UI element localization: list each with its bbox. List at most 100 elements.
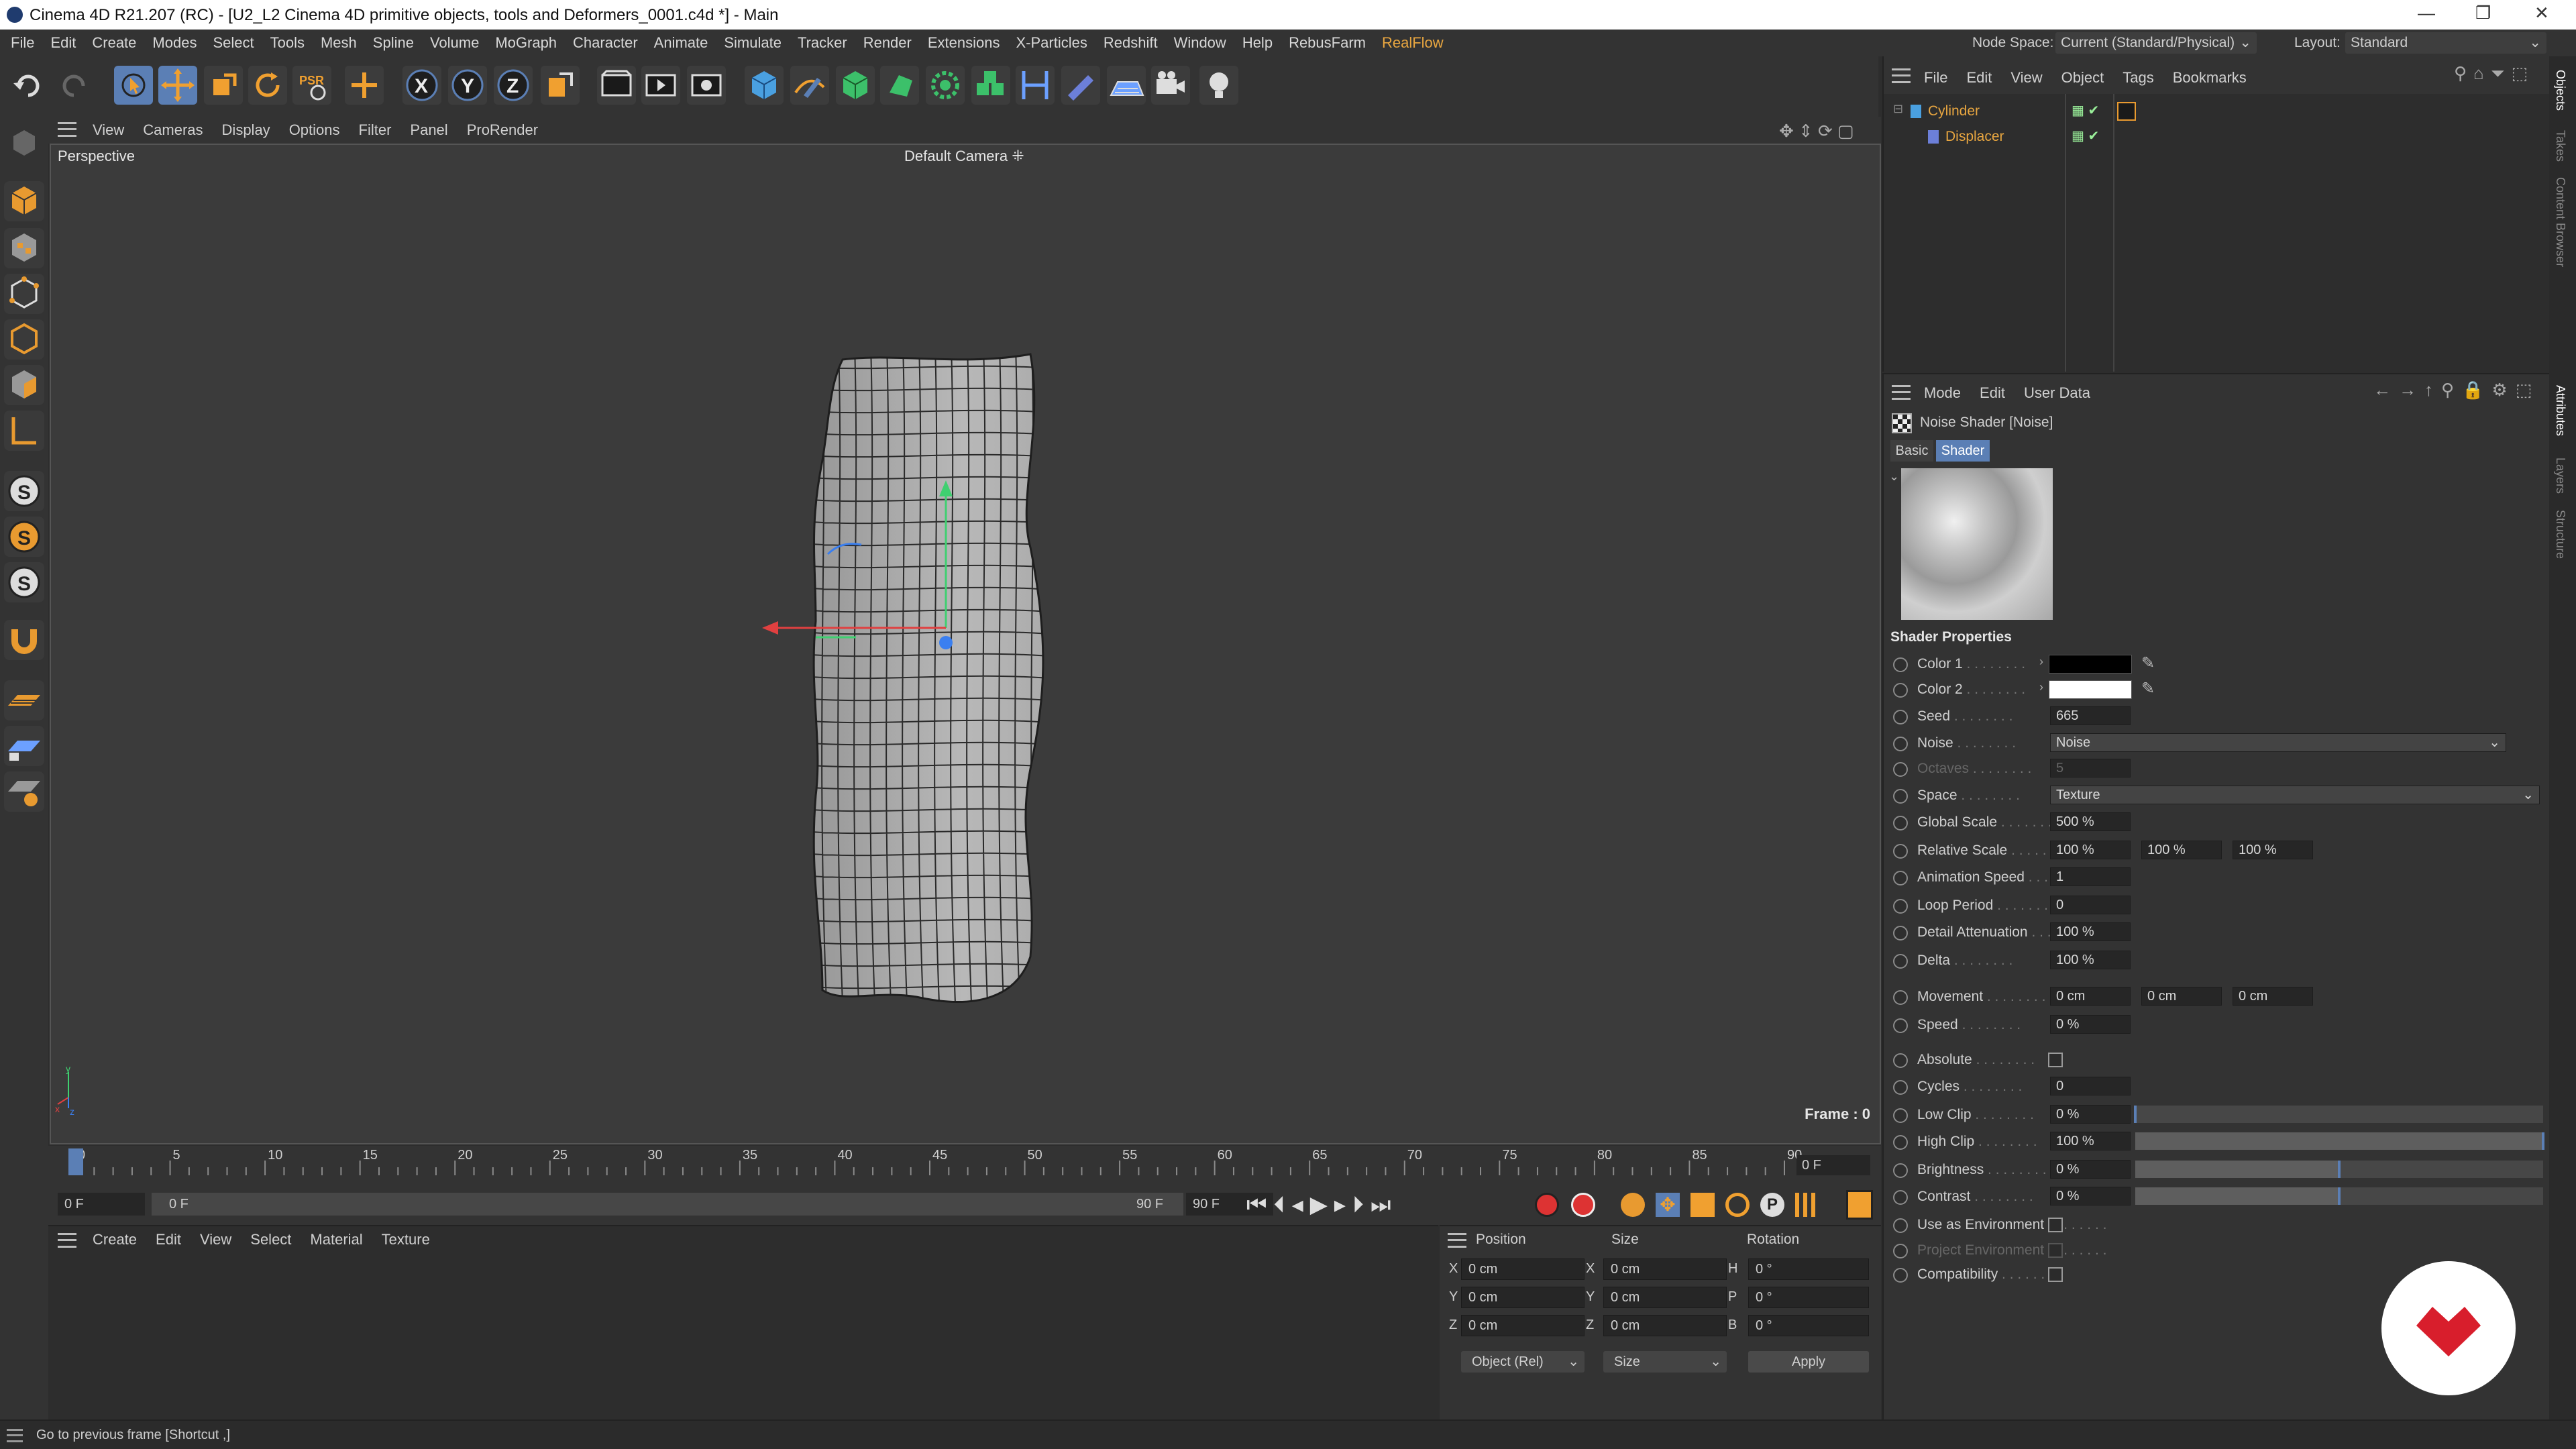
side-tab-objects[interactable]: Objects bbox=[2553, 70, 2567, 111]
coordinate-mode-dropdown[interactable]: Object (Rel) ⌄ bbox=[1461, 1351, 1585, 1373]
object-menu-view[interactable]: View bbox=[2001, 64, 2051, 91]
previous-key-icon[interactable]: ⏴ bbox=[1274, 1192, 1292, 1218]
viewport-menu-view[interactable]: View bbox=[83, 117, 133, 144]
animate-keyframe-icon[interactable] bbox=[1893, 657, 1908, 672]
property-checkbox[interactable] bbox=[2048, 1218, 2063, 1232]
animate-keyframe-icon[interactable] bbox=[1893, 1244, 1908, 1258]
extrude-generator-icon[interactable] bbox=[880, 66, 919, 105]
rotation-field[interactable]: 0 ° bbox=[1748, 1315, 1869, 1336]
shader-preview[interactable] bbox=[1901, 468, 2053, 620]
make-editable-icon[interactable] bbox=[4, 123, 44, 164]
menu-item-render[interactable]: Render bbox=[855, 30, 920, 56]
rotation-field[interactable]: 0 ° bbox=[1748, 1258, 1869, 1280]
magnet-icon[interactable] bbox=[4, 620, 44, 660]
redo-icon[interactable] bbox=[54, 66, 93, 105]
side-tab-structure[interactable]: Structure bbox=[2553, 510, 2567, 559]
menu-item-realflow[interactable]: RealFlow bbox=[1374, 30, 1452, 56]
property-dropdown[interactable]: Noise ⌄ bbox=[2050, 733, 2506, 752]
viewport-menu-cameras[interactable]: Cameras bbox=[133, 117, 212, 144]
timeline-layout-icon[interactable] bbox=[1846, 1190, 1873, 1220]
expand-arrow-icon[interactable]: › bbox=[2039, 655, 2043, 669]
material-menu-create[interactable]: Create bbox=[83, 1226, 146, 1253]
current-frame-field[interactable]: 0 F bbox=[1796, 1155, 1870, 1175]
tab-shader[interactable]: Shader bbox=[1936, 440, 1990, 462]
property-slider[interactable] bbox=[2135, 1132, 2544, 1150]
menu-item-rebusfarm[interactable]: RebusFarm bbox=[1281, 30, 1374, 56]
menu-item-help[interactable]: Help bbox=[1234, 30, 1281, 56]
coordinate-system-icon[interactable] bbox=[541, 66, 580, 105]
preview-collapse-icon[interactable]: ⌄ bbox=[1889, 470, 1899, 484]
menu-item-mograph[interactable]: MoGraph bbox=[487, 30, 565, 56]
object-manager[interactable]: File Edit View Object Tags Bookmarks ⚲⌂⏷⬚ ⊟ C… bbox=[1882, 56, 2551, 372]
grid-lock-icon[interactable] bbox=[4, 726, 44, 766]
position-field[interactable]: 0 cm bbox=[1461, 1287, 1585, 1308]
maximize-button[interactable]: ❐ bbox=[2475, 3, 2491, 23]
playhead[interactable] bbox=[68, 1148, 83, 1175]
material-manager[interactable]: Create Edit View Select Material Texture bbox=[48, 1225, 1438, 1419]
property-value-field[interactable]: 665 bbox=[2050, 706, 2131, 725]
property-value-field[interactable]: 0 % bbox=[2050, 1015, 2131, 1034]
previous-frame-icon[interactable]: ◂ bbox=[1292, 1192, 1310, 1218]
mograph-array-icon[interactable] bbox=[971, 66, 1010, 105]
object-row-cylinder[interactable]: ⊟ Cylinder bbox=[1893, 99, 2054, 122]
menu-item-tools[interactable]: Tools bbox=[262, 30, 313, 56]
menu-item-edit[interactable]: Edit bbox=[42, 30, 84, 56]
animate-keyframe-icon[interactable] bbox=[1893, 816, 1908, 830]
quantizing-icon[interactable]: S bbox=[4, 562, 44, 602]
attributes-nav-icons[interactable]: ←→↑⚲🔒⚙⬚ bbox=[2373, 380, 2540, 400]
object-row-displacer[interactable]: Displacer bbox=[1911, 125, 2058, 148]
property-value-field[interactable]: 5 bbox=[2050, 759, 2131, 777]
snap-icon[interactable]: S bbox=[4, 471, 44, 511]
property-checkbox[interactable] bbox=[2048, 1243, 2063, 1258]
slider-handle[interactable] bbox=[2134, 1106, 2137, 1123]
menu-item-x-particles[interactable]: X-Particles bbox=[1008, 30, 1095, 56]
color2-swatch[interactable] bbox=[2049, 680, 2132, 699]
camera-label[interactable]: Default Camera ⁜ bbox=[904, 148, 1024, 165]
animate-keyframe-icon[interactable] bbox=[1893, 954, 1908, 969]
property-dropdown[interactable]: Texture ⌄ bbox=[2050, 786, 2540, 804]
phong-tag-icon[interactable] bbox=[2117, 102, 2136, 121]
animate-keyframe-icon[interactable] bbox=[1893, 926, 1908, 941]
object-menu-tags[interactable]: Tags bbox=[2113, 64, 2163, 91]
property-slider[interactable] bbox=[2134, 1106, 2543, 1123]
render-view-icon[interactable] bbox=[597, 66, 636, 105]
menu-item-tracker[interactable]: Tracker bbox=[790, 30, 855, 56]
record-icon[interactable] bbox=[1535, 1193, 1559, 1217]
material-menu-edit[interactable]: Edit bbox=[146, 1226, 191, 1253]
object-menu-bookmarks[interactable]: Bookmarks bbox=[2163, 64, 2256, 91]
object-menu-edit[interactable]: Edit bbox=[1957, 64, 2001, 91]
y-axis-lock-icon[interactable]: Y bbox=[448, 66, 487, 105]
menu-item-file[interactable]: File bbox=[3, 30, 42, 56]
close-button[interactable]: ✕ bbox=[2534, 3, 2549, 23]
position-key-icon[interactable]: ✥ bbox=[1656, 1193, 1680, 1217]
property-value-field[interactable]: 100 % bbox=[2141, 841, 2222, 859]
property-value-field[interactable]: 0 cm bbox=[2233, 987, 2313, 1006]
side-tab-takes[interactable]: Takes bbox=[2553, 130, 2567, 162]
collapse-icon[interactable]: ⊟ bbox=[1893, 102, 1903, 116]
menu-item-spline[interactable]: Spline bbox=[365, 30, 422, 56]
position-field[interactable]: 0 cm bbox=[1461, 1258, 1585, 1280]
property-slider[interactable] bbox=[2135, 1187, 2543, 1205]
rotation-key-icon[interactable] bbox=[1725, 1193, 1750, 1217]
workplane-icon[interactable] bbox=[4, 680, 44, 720]
apply-button[interactable]: Apply bbox=[1748, 1351, 1869, 1373]
timeline-ruler[interactable]: 051015202530354045505560657075808590 0 F bbox=[48, 1146, 1881, 1186]
deformer-icon[interactable] bbox=[1016, 66, 1055, 105]
scale-tool-icon[interactable] bbox=[204, 66, 243, 105]
size-mode-dropdown[interactable]: Size ⌄ bbox=[1603, 1351, 1727, 1373]
property-value-field[interactable]: 500 % bbox=[2050, 812, 2131, 831]
menu-item-volume[interactable]: Volume bbox=[422, 30, 487, 56]
menu-item-window[interactable]: Window bbox=[1166, 30, 1234, 56]
menu-item-redshift[interactable]: Redshift bbox=[1095, 30, 1166, 56]
hamburger-icon[interactable] bbox=[1892, 385, 1911, 400]
viewport-solo-icon[interactable] bbox=[4, 771, 44, 812]
menu-item-character[interactable]: Character bbox=[565, 30, 646, 56]
move-tool-icon[interactable] bbox=[158, 66, 197, 105]
attributes-menu-edit[interactable]: Edit bbox=[1970, 380, 2015, 407]
animate-keyframe-icon[interactable] bbox=[1893, 710, 1908, 724]
menu-item-create[interactable]: Create bbox=[84, 30, 144, 56]
minimize-button[interactable]: — bbox=[2418, 3, 2435, 23]
menu-item-modes[interactable]: Modes bbox=[144, 30, 205, 56]
render-to-picture-viewer-icon[interactable] bbox=[641, 66, 680, 105]
property-value-field[interactable]: 100 % bbox=[2050, 922, 2131, 941]
